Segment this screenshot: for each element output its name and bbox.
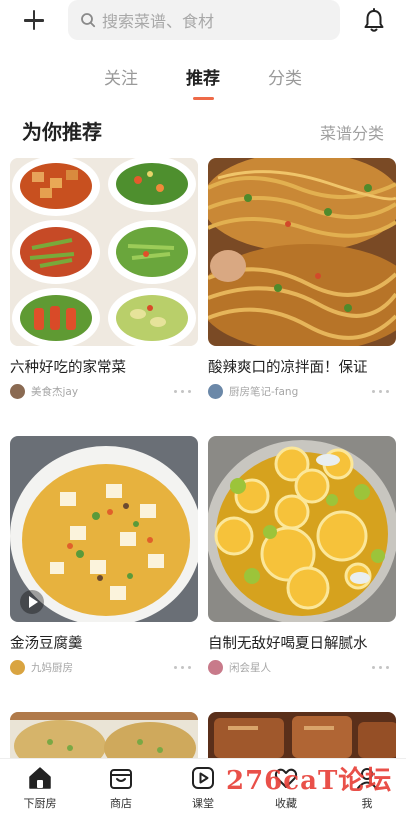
author-name[interactable]: 九妈厨房 bbox=[31, 660, 73, 675]
more-options-icon[interactable] bbox=[174, 666, 192, 670]
recipe-author-row: 美食杰jay bbox=[10, 382, 198, 400]
search-input[interactable]: 搜索菜谱、食材 bbox=[68, 0, 340, 40]
recipe-author-row: 闲会星人 bbox=[208, 658, 396, 676]
avatar[interactable] bbox=[10, 383, 25, 399]
nav-label: 我 bbox=[361, 797, 373, 810]
recipe-title: 自制无敌好喝夏日解腻水 bbox=[208, 636, 368, 652]
avatar[interactable] bbox=[10, 659, 25, 675]
top-bar: 搜索菜谱、食材 bbox=[0, 0, 406, 44]
tab-recommended[interactable]: 推荐 bbox=[186, 64, 220, 89]
section-title: 为你推荐 bbox=[22, 120, 102, 144]
search-icon bbox=[81, 13, 96, 28]
recipe-card[interactable]: 金汤豆腐羹 九妈厨房 bbox=[10, 436, 198, 676]
nav-label: 商店 bbox=[110, 797, 132, 810]
recipe-author-row: 九妈厨房 bbox=[10, 658, 198, 676]
active-tab-indicator bbox=[193, 97, 214, 100]
more-options-icon[interactable] bbox=[372, 390, 390, 394]
nav-label: 下厨房 bbox=[23, 797, 57, 810]
nav-shop[interactable]: 商店 bbox=[91, 765, 151, 811]
nav-classroom[interactable]: 课堂 bbox=[173, 765, 233, 811]
home-icon bbox=[29, 767, 51, 789]
recipe-image bbox=[10, 158, 198, 346]
recipe-title: 六种好吃的家常菜 bbox=[10, 360, 126, 376]
recipe-image bbox=[208, 158, 396, 346]
recipe-image[interactable] bbox=[10, 712, 198, 758]
tab-following[interactable]: 关注 bbox=[104, 64, 138, 89]
recipe-card[interactable]: 酸辣爽口的凉拌面！保证 厨房笔记-fang bbox=[208, 158, 396, 400]
recipe-image bbox=[208, 436, 396, 622]
author-name[interactable]: 闲会星人 bbox=[229, 660, 271, 675]
bell-icon[interactable] bbox=[362, 8, 386, 34]
avatar[interactable] bbox=[208, 383, 223, 399]
recipe-title: 金汤豆腐羹 bbox=[10, 636, 83, 652]
more-options-icon[interactable] bbox=[372, 666, 390, 670]
nav-home[interactable]: 下厨房 bbox=[10, 765, 70, 811]
play-icon bbox=[192, 767, 214, 789]
recipe-image bbox=[10, 436, 198, 622]
tab-categories[interactable]: 分类 bbox=[268, 64, 302, 89]
recipe-categories-link[interactable]: 菜谱分类 bbox=[320, 120, 384, 144]
author-name[interactable]: 美食杰jay bbox=[31, 384, 78, 399]
search-placeholder: 搜索菜谱、食材 bbox=[102, 12, 215, 31]
shop-icon bbox=[110, 769, 132, 789]
recipe-title: 酸辣爽口的凉拌面！保证 bbox=[208, 360, 368, 376]
recipe-author-row: 厨房笔记-fang bbox=[208, 382, 396, 400]
avatar[interactable] bbox=[208, 659, 223, 675]
feed-tabs: 关注 推荐 分类 bbox=[0, 64, 406, 104]
plus-icon[interactable] bbox=[20, 7, 48, 35]
recipe-card[interactable]: 自制无敌好喝夏日解腻水 闲会星人 bbox=[208, 436, 396, 676]
nav-label: 课堂 bbox=[192, 797, 214, 810]
watermark-text: 276caT论坛 bbox=[226, 766, 393, 796]
author-name[interactable]: 厨房笔记-fang bbox=[229, 384, 298, 399]
nav-label: 收藏 bbox=[275, 797, 297, 810]
more-options-icon[interactable] bbox=[174, 390, 192, 394]
recipe-image[interactable] bbox=[208, 712, 396, 758]
recipe-card[interactable]: 六种好吃的家常菜 美食杰jay bbox=[10, 158, 198, 400]
